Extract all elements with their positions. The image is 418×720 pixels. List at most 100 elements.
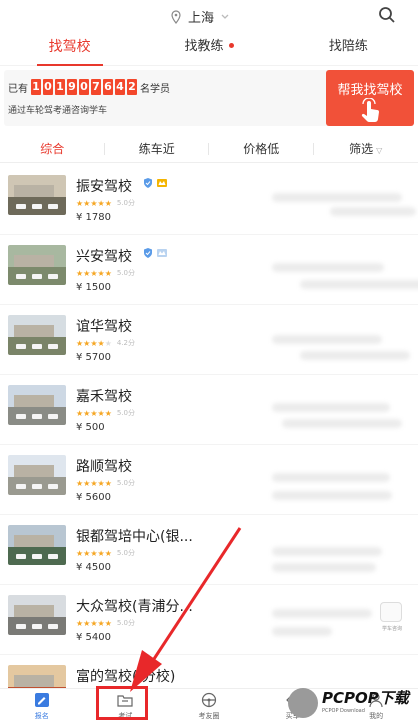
school-list-item[interactable]: 银都驾培中心(银... ★ ★ ★ ★ ★ 5.0分 ¥ 4500 bbox=[0, 515, 418, 585]
photo-shape bbox=[16, 414, 26, 419]
sort-comprehensive[interactable]: 综合 bbox=[0, 135, 105, 162]
rating-stars: ★★★★★5.0分 bbox=[76, 478, 135, 488]
star-icon: ★ bbox=[104, 408, 112, 418]
school-list-item[interactable]: 大众驾校(青浦分... ★ ★ ★ ★ ★ 5.0分 ¥ 5400 bbox=[0, 585, 418, 655]
blurred-info bbox=[272, 335, 382, 344]
star-icon: ★ bbox=[97, 478, 105, 488]
banner-subtitle: 通过车轮驾考通咨询学车 bbox=[8, 106, 108, 116]
star-icon: ★ bbox=[76, 268, 84, 278]
tab-label: 找陪练 bbox=[328, 39, 368, 54]
blurred-info bbox=[272, 563, 376, 572]
school-name: 兴安驾校 bbox=[76, 249, 132, 265]
school-name: 大众驾校(青浦分... bbox=[76, 599, 193, 615]
star-icon: ★ bbox=[76, 338, 84, 348]
rating-score: 5.0分 bbox=[116, 549, 135, 557]
rating-score: 5.0分 bbox=[116, 479, 135, 487]
photo-shape bbox=[32, 484, 42, 489]
star-icon: ★ bbox=[90, 338, 98, 348]
school-name: 富的驾校( 分校) bbox=[76, 669, 176, 685]
school-photo bbox=[8, 595, 66, 635]
school-photo bbox=[8, 455, 66, 495]
sort-label: 价格低 bbox=[243, 142, 280, 156]
count-digit: 0 bbox=[43, 79, 53, 95]
school-list-item[interactable]: 路顺驾校 ★ ★ ★ ★ ★ 5.0分 ¥ 5600 bbox=[0, 445, 418, 515]
top-bar: 上海 bbox=[0, 0, 418, 30]
signup-icon bbox=[34, 693, 49, 707]
rating-stars: ★★★★★5.0分 bbox=[76, 198, 135, 208]
count-prefix: 已有 bbox=[8, 83, 28, 95]
sort-filter[interactable]: 筛选 ▽ bbox=[314, 135, 418, 162]
blurred-info bbox=[272, 609, 372, 618]
sort-bar: 综合 练车近 价格低 筛选 ▽ bbox=[0, 135, 418, 163]
sort-label: 练车近 bbox=[138, 142, 175, 156]
photo-shape bbox=[16, 204, 26, 209]
star-icon: ★ bbox=[97, 338, 105, 348]
count-digit: 2 bbox=[127, 79, 137, 95]
rating-stars: ★★★★★5.0分 bbox=[76, 618, 135, 628]
count-suffix: 名学员 bbox=[140, 83, 170, 95]
sort-label: 综合 bbox=[40, 142, 65, 156]
star-icon: ★ bbox=[83, 478, 91, 488]
tab-find-school[interactable]: 找驾校 bbox=[0, 30, 139, 66]
search-icon[interactable] bbox=[378, 6, 396, 24]
school-photo bbox=[8, 385, 66, 425]
photo-shape bbox=[48, 554, 58, 559]
steering-wheel-icon bbox=[201, 692, 217, 708]
photo-shape bbox=[14, 255, 54, 267]
school-badges bbox=[142, 177, 168, 189]
tab-find-practice[interactable]: 找陪练 bbox=[279, 30, 418, 65]
star-icon: ★ bbox=[83, 338, 91, 348]
consult-float-button[interactable]: 学车咨询 bbox=[380, 602, 402, 632]
star-icon: ★ bbox=[90, 198, 98, 208]
star-icon: ★ bbox=[104, 268, 112, 278]
tab-find-coach[interactable]: 找教练 bbox=[139, 30, 278, 65]
consult-label: 学车咨询 bbox=[381, 626, 402, 632]
rating-stars: ★★★★★5.0分 bbox=[76, 408, 135, 418]
school-list-item[interactable]: 兴安驾校 ★ ★ ★ ★ ★ 5.0分 ¥ 1500 bbox=[0, 235, 418, 305]
photo-shape bbox=[14, 185, 54, 197]
star-icon: ★ bbox=[76, 548, 84, 558]
location-pin-icon bbox=[171, 9, 181, 24]
school-price: ¥ 5700 bbox=[76, 352, 111, 363]
star-icon: ★ bbox=[76, 198, 84, 208]
sort-nearby[interactable]: 练车近 bbox=[105, 135, 210, 162]
photo-shape bbox=[48, 274, 58, 279]
crown-badge-icon bbox=[157, 249, 167, 257]
help-find-school-button[interactable]: 帮我找驾校 bbox=[326, 70, 414, 126]
watermark-brand: PCPOP下载 bbox=[322, 689, 409, 707]
school-price: ¥ 4500 bbox=[76, 562, 111, 573]
photo-shape bbox=[48, 204, 58, 209]
school-list-item[interactable]: 嘉禾驾校 ★ ★ ★ ★ ★ 5.0分 ¥ 500 bbox=[0, 375, 418, 445]
star-icon: ★ bbox=[90, 548, 98, 558]
tab-label: 找教练 bbox=[184, 39, 224, 54]
blurred-info bbox=[300, 280, 418, 289]
school-price: ¥ 5600 bbox=[76, 492, 111, 503]
bottom-tab-signup[interactable]: 报名 bbox=[0, 689, 84, 720]
blurred-info bbox=[282, 419, 402, 428]
star-icon: ★ bbox=[83, 618, 91, 628]
blurred-info bbox=[330, 207, 416, 216]
sort-price[interactable]: 价格低 bbox=[209, 135, 314, 162]
school-list-item[interactable]: 谊华驾校 ★ ★ ★ ★ ★ 4.2分 ¥ 5700 bbox=[0, 305, 418, 375]
blurred-info bbox=[272, 491, 392, 500]
app-root: 上海 找驾校 找教练 找陪练 已有 1 0 1 9 0 7 6 4 2 名学员 bbox=[0, 0, 418, 720]
count-digit: 4 bbox=[115, 79, 125, 95]
student-count: 已有 1 0 1 9 0 7 6 4 2 名学员 bbox=[8, 79, 170, 95]
star-icon: ★ bbox=[76, 408, 84, 418]
rating-stars: ★ ★ ★ ★ ★ 4.2分 bbox=[76, 338, 135, 348]
tab-label: 找驾校 bbox=[48, 39, 91, 55]
school-list-item[interactable]: 振安驾校 ★ ★ ★ ★ ★ 5.0分 ¥ 1780 bbox=[0, 165, 418, 235]
watermark-logo-icon bbox=[288, 688, 318, 718]
star-icon: ★ bbox=[104, 618, 112, 628]
school-name: 嘉禾驾校 bbox=[76, 389, 132, 405]
photo-shape bbox=[32, 624, 42, 629]
count-digit: 1 bbox=[55, 79, 65, 95]
students-banner: 已有 1 0 1 9 0 7 6 4 2 名学员 通过车轮驾考通咨询学车 帮我找… bbox=[4, 70, 414, 126]
main-tabs: 找驾校 找教练 找陪练 bbox=[0, 30, 418, 66]
star-icon: ★ bbox=[90, 478, 98, 488]
bottom-tab-community[interactable]: 考友圈 bbox=[167, 689, 251, 720]
photo-shape bbox=[16, 624, 26, 629]
city-selector[interactable]: 上海 bbox=[170, 7, 230, 26]
photo-shape bbox=[32, 554, 42, 559]
star-icon: ★ bbox=[76, 618, 84, 628]
